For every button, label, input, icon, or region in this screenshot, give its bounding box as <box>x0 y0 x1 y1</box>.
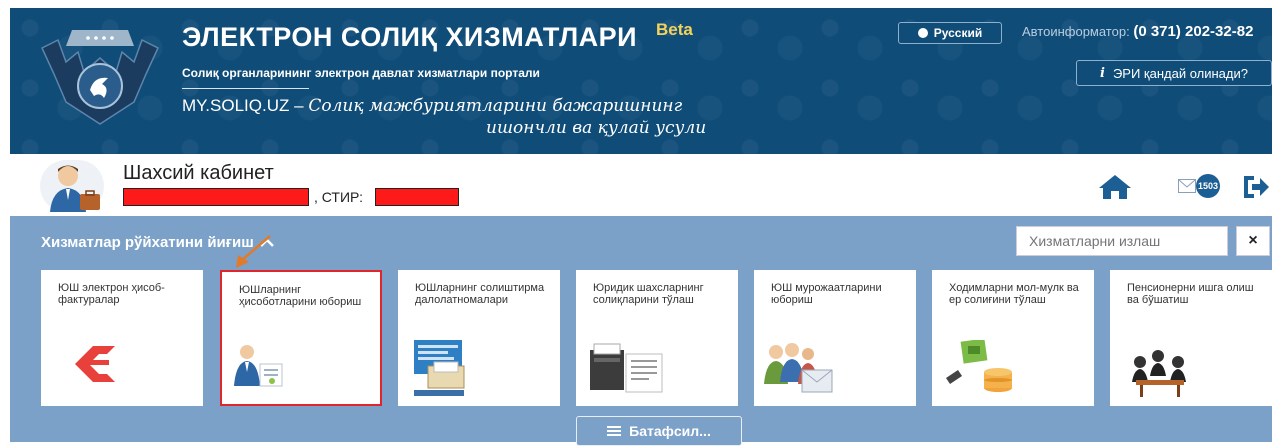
globe-icon <box>917 28 928 38</box>
mail-icon[interactable] <box>1178 179 1196 193</box>
hamburger-icon <box>607 426 622 436</box>
collapse-services-toggle[interactable]: Хизматлар рўйхатини йиғиш <box>41 234 274 251</box>
service-tile-pensioner[interactable]: Пенсионерни ишга олиш ва бўшатиш <box>1110 270 1272 406</box>
services-panel: Хизматлар рўйхатини йиғиш × ЮШ электрон … <box>10 216 1272 446</box>
page-frame: ЭЛЕКТРОН СОЛИҚ ХИЗМАТЛАРИ Beta Солиқ орг… <box>10 8 1272 446</box>
language-label: Русский <box>933 26 983 40</box>
reconciliation-icon <box>414 340 465 396</box>
slogan-text-1: Солиқ мажбуриятларини бажаришнинг <box>308 96 683 116</box>
service-tile-label: ЮШларнинг ҳисоботларини юбориш <box>239 284 362 308</box>
logout-icon[interactable] <box>1242 174 1270 200</box>
autoinformer: Автоинформатор: (0 371) 202-32-82 <box>1022 23 1253 40</box>
personal-cabinet-bar: Шахсий кабинет , СТИР: 1503 <box>10 154 1272 216</box>
redacted-stir-number <box>375 188 459 206</box>
site-name: MY.SOLIQ.UZ <box>182 96 290 115</box>
services-search-input[interactable] <box>1016 226 1228 256</box>
language-button[interactable]: Русский <box>898 22 1002 44</box>
home-icon[interactable] <box>1098 174 1132 200</box>
clear-search-button[interactable]: × <box>1236 226 1270 256</box>
report-submit-icon <box>234 345 283 387</box>
chevron-up-icon <box>259 237 274 247</box>
portal-title: ЭЛЕКТРОН СОЛИҚ ХИЗМАТЛАРИ <box>182 22 638 52</box>
appeal-icon <box>764 343 833 393</box>
service-tile-invoices[interactable]: ЮШ электрон ҳисоб-фактуралар <box>41 270 203 406</box>
cabinet-title: Шахсий кабинет <box>123 162 274 184</box>
user-avatar-icon <box>40 160 104 212</box>
service-tile-label: Пенсионерни ишга олиш ва бўшатиш <box>1127 282 1254 306</box>
pensioner-icon <box>1132 350 1186 397</box>
eri-info-button[interactable]: i ЭРИ қандай олинади? <box>1076 60 1272 86</box>
site-header: ЭЛЕКТРОН СОЛИҚ ХИЗМАТЛАРИ Beta Солиқ орг… <box>10 8 1272 154</box>
property-tax-icon <box>946 340 1012 392</box>
service-tile-label: Юридик шахсларнинг солиқларини тўлаш <box>593 282 704 306</box>
slogan-line-1: MY.SOLIQ.UZ – Солиқ мажбуриятларини бажа… <box>182 96 682 116</box>
tax-committee-logo[interactable] <box>38 18 162 128</box>
autoinformer-phone: (0 371) 202-32-82 <box>1133 23 1254 40</box>
autoinformer-label: Автоинформатор: <box>1022 24 1130 39</box>
invoice-logo-icon <box>75 346 115 382</box>
service-tile-appeals[interactable]: ЮШ мурожаатларини юбориш <box>754 270 916 406</box>
slogan-line-2: ишончли ва қулай усули <box>486 118 707 138</box>
service-tile-reports[interactable]: ЮШларнинг ҳисоботларини юбориш <box>220 270 382 406</box>
portal-subtitle: Солиқ органларининг электрон давлат хизм… <box>182 66 540 80</box>
stir-label: , СТИР: <box>314 189 363 205</box>
message-count-badge[interactable]: 1503 <box>1196 174 1220 198</box>
service-tile-property-tax[interactable]: Ходимларни мол-мулк ва ер солиғини тўлаш <box>932 270 1094 406</box>
service-tile-label: ЮШ мурожаатларини юбориш <box>771 282 882 306</box>
collapse-label: Хизматлар рўйхатини йиғиш <box>41 234 254 251</box>
redacted-user-name <box>123 188 309 206</box>
service-tile-label: ЮШларнинг солиштирма далолатномалари <box>415 282 545 306</box>
eri-info-label: ЭРИ қандай олинади? <box>1112 65 1248 81</box>
service-tile-label: Ходимларни мол-мулк ва ер солиғини тўлаш <box>949 282 1079 306</box>
slogan-dash: – <box>294 96 304 115</box>
more-details-button[interactable]: Батафсил... <box>576 416 742 446</box>
tax-payment-icon <box>590 343 663 393</box>
more-details-label: Батафсил... <box>629 423 711 439</box>
service-tile-label: ЮШ электрон ҳисоб-фактуралар <box>58 282 165 306</box>
service-tile-reconciliation[interactable]: ЮШларнинг солиштирма далолатномалари <box>398 270 560 406</box>
service-tile-tax-payment[interactable]: Юридик шахсларнинг солиқларини тўлаш <box>576 270 738 406</box>
info-icon: i <box>1100 65 1105 81</box>
beta-badge: Beta <box>656 20 693 39</box>
header-divider <box>182 88 309 89</box>
